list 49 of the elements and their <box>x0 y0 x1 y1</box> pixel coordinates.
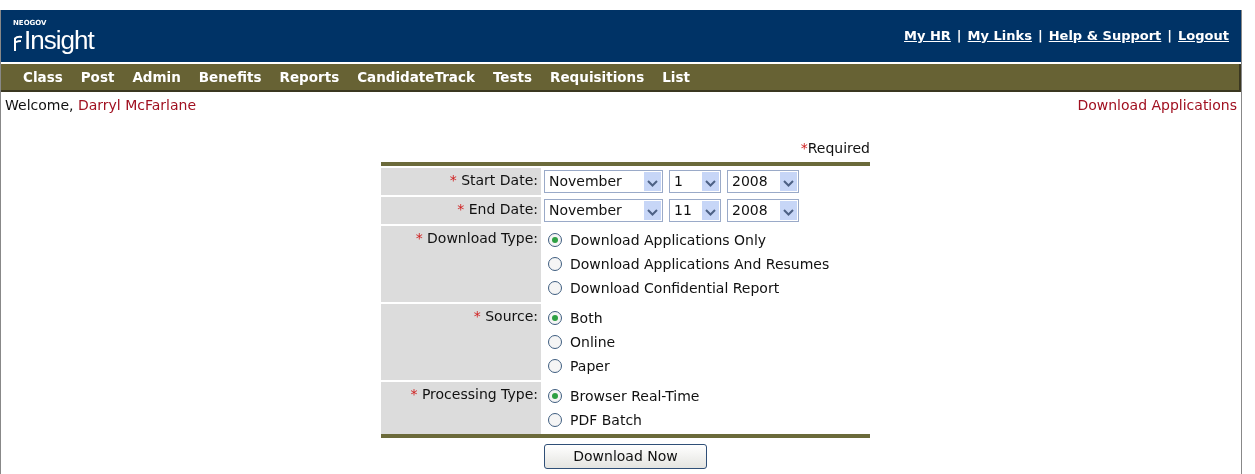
field-label: * Source: <box>381 304 541 380</box>
radio-button[interactable] <box>548 257 562 271</box>
page-title: Download Applications <box>1077 96 1237 115</box>
year-dropdown[interactable]: 2008 <box>727 170 799 193</box>
radio-label[interactable]: Online <box>570 331 616 353</box>
header-link[interactable]: Logout <box>1178 26 1229 46</box>
radio-label[interactable]: Both <box>570 307 603 329</box>
radio-button[interactable] <box>548 233 562 247</box>
link-separator: | <box>1037 27 1043 46</box>
menu-item[interactable]: Benefits <box>198 66 262 88</box>
radio-button[interactable] <box>548 413 562 427</box>
logo-icon <box>13 34 22 51</box>
field-label: * Processing Type: <box>381 382 541 434</box>
required-note: *Required <box>800 140 870 156</box>
header-link[interactable]: My HR <box>904 26 951 46</box>
field-label: * Download Type: <box>381 226 541 302</box>
menu-item[interactable]: CandidateTrack <box>357 66 475 88</box>
menu-item[interactable]: Reports <box>279 66 340 88</box>
welcome-text: Welcome, Darryl McFarlane <box>5 96 197 115</box>
menu-item[interactable]: Class <box>23 66 63 88</box>
month-dropdown[interactable]: November <box>544 170 663 193</box>
link-separator: | <box>1167 27 1173 46</box>
radio-label[interactable]: Browser Real-Time <box>570 385 700 407</box>
day-dropdown[interactable]: 11 <box>669 199 721 222</box>
download-button[interactable]: Download Now <box>544 444 707 469</box>
month-dropdown[interactable]: November <box>544 199 663 222</box>
menu-item[interactable]: List <box>662 66 690 88</box>
field-label: * Start Date: <box>381 168 541 195</box>
radio-button[interactable] <box>548 311 562 325</box>
radio-button[interactable] <box>548 359 562 373</box>
radio-button[interactable] <box>548 281 562 295</box>
header-link[interactable]: My Links <box>967 26 1032 46</box>
year-dropdown[interactable]: 2008 <box>727 199 799 222</box>
field-label: * End Date: <box>381 197 541 224</box>
day-dropdown[interactable]: 1 <box>669 170 721 193</box>
radio-label[interactable]: Download Applications And Resumes <box>570 253 830 275</box>
menu-item[interactable]: Requisitions <box>550 66 645 88</box>
menu-item[interactable]: Post <box>80 66 115 88</box>
radio-label[interactable]: Download Applications Only <box>570 229 767 251</box>
radio-label[interactable]: PDF Batch <box>570 409 642 431</box>
radio-button[interactable] <box>548 335 562 349</box>
radio-label[interactable]: Download Confidential Report <box>570 277 780 299</box>
radio-label[interactable]: Paper <box>570 355 610 377</box>
menu-item[interactable]: Tests <box>492 66 533 88</box>
menu-item[interactable]: Admin <box>132 66 181 88</box>
radio-button[interactable] <box>548 389 562 403</box>
header-link[interactable]: Help & Support <box>1048 26 1162 46</box>
link-separator: | <box>956 27 962 46</box>
logo-text: Insight <box>24 26 94 53</box>
